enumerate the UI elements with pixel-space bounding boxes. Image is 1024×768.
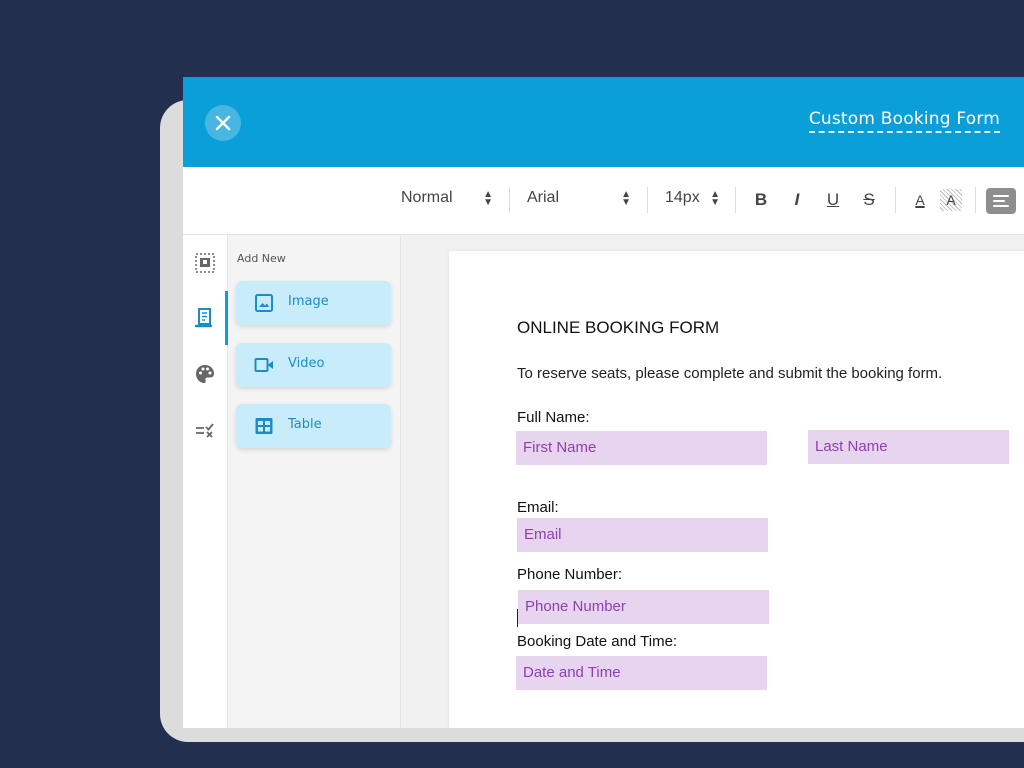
editor-canvas: ONLINE BOOKING FORM To reserve seats, pl… bbox=[401, 235, 1024, 728]
close-button[interactable] bbox=[205, 105, 241, 141]
underline-button[interactable]: U bbox=[822, 189, 844, 211]
formatting-toolbar: Normal ▲ ▼ Arial ▲ ▼ 14px ▲ ▼ B I U S A A bbox=[183, 167, 1024, 235]
booking-datetime-field[interactable]: Date and Time bbox=[516, 656, 767, 690]
phone-label: Phone Number: bbox=[517, 566, 623, 583]
toolbar-divider bbox=[647, 187, 648, 213]
text-cursor bbox=[517, 609, 518, 627]
panel-heading: Add New bbox=[237, 252, 286, 265]
toolbar-divider bbox=[735, 187, 736, 213]
updown-caret-icon: ▲ ▼ bbox=[483, 189, 493, 208]
add-new-panel: Add New Image Video Table bbox=[228, 235, 401, 728]
close-icon bbox=[215, 115, 231, 131]
updown-caret-icon: ▲ ▼ bbox=[621, 189, 631, 208]
add-video-button[interactable]: Video bbox=[236, 343, 391, 387]
header-bar: Custom Booking Form bbox=[183, 77, 1024, 167]
sidebar-rail bbox=[183, 235, 228, 728]
first-name-field[interactable]: First Name bbox=[516, 431, 767, 465]
email-field[interactable]: Email bbox=[517, 518, 768, 552]
toolbar-divider bbox=[509, 187, 510, 213]
add-table-label: Table bbox=[288, 417, 322, 432]
highlight-color-button[interactable]: A bbox=[940, 189, 962, 211]
phone-field[interactable]: Phone Number bbox=[518, 590, 769, 624]
align-left-icon bbox=[993, 195, 1009, 207]
paragraph-style-select[interactable]: Normal ▲ ▼ bbox=[401, 189, 493, 213]
font-color-button[interactable]: A bbox=[909, 189, 931, 211]
font-size-value: 14px bbox=[665, 189, 700, 206]
updown-caret-icon: ▲ ▼ bbox=[710, 189, 720, 208]
document-page[interactable]: ONLINE BOOKING FORM To reserve seats, pl… bbox=[449, 251, 1024, 728]
add-image-button[interactable]: Image bbox=[236, 281, 391, 325]
form-title[interactable]: Custom Booking Form bbox=[808, 109, 1000, 133]
bold-button[interactable]: B bbox=[750, 189, 772, 211]
rail-item-document[interactable] bbox=[193, 306, 217, 330]
table-icon bbox=[255, 418, 273, 434]
add-video-label: Video bbox=[288, 356, 325, 371]
form-editor-window: Custom Booking Form Normal ▲ ▼ Arial ▲ ▼ 1… bbox=[183, 77, 1024, 728]
add-table-button[interactable]: Table bbox=[236, 404, 391, 448]
rail-item-theme[interactable] bbox=[193, 362, 217, 386]
italic-button[interactable]: I bbox=[786, 189, 808, 211]
booking-datetime-label: Booking Date and Time: bbox=[517, 633, 678, 650]
frame-icon bbox=[195, 253, 215, 273]
font-family-select[interactable]: Arial ▲ ▼ bbox=[527, 189, 631, 213]
full-name-label: Full Name: bbox=[517, 409, 590, 426]
paragraph-style-value: Normal bbox=[401, 189, 453, 206]
add-image-label: Image bbox=[288, 294, 329, 309]
font-family-value: Arial bbox=[527, 189, 560, 206]
palette-icon bbox=[196, 365, 214, 383]
last-name-field[interactable]: Last Name bbox=[808, 430, 1009, 464]
align-left-button[interactable] bbox=[986, 188, 1016, 214]
font-size-select[interactable]: 14px ▲ ▼ bbox=[665, 189, 720, 213]
rail-item-frame[interactable] bbox=[193, 251, 217, 275]
rail-item-rules[interactable] bbox=[193, 419, 217, 443]
document-icon bbox=[194, 308, 213, 328]
checklist-icon bbox=[196, 423, 214, 438]
toolbar-divider bbox=[975, 187, 976, 213]
strikethrough-button[interactable]: S bbox=[858, 189, 880, 211]
image-icon bbox=[255, 294, 273, 312]
email-label: Email: bbox=[517, 499, 559, 516]
video-icon bbox=[254, 358, 273, 372]
document-title[interactable]: ONLINE BOOKING FORM bbox=[517, 318, 719, 338]
toolbar-divider bbox=[895, 187, 896, 213]
document-intro[interactable]: To reserve seats, please complete and su… bbox=[517, 365, 942, 382]
